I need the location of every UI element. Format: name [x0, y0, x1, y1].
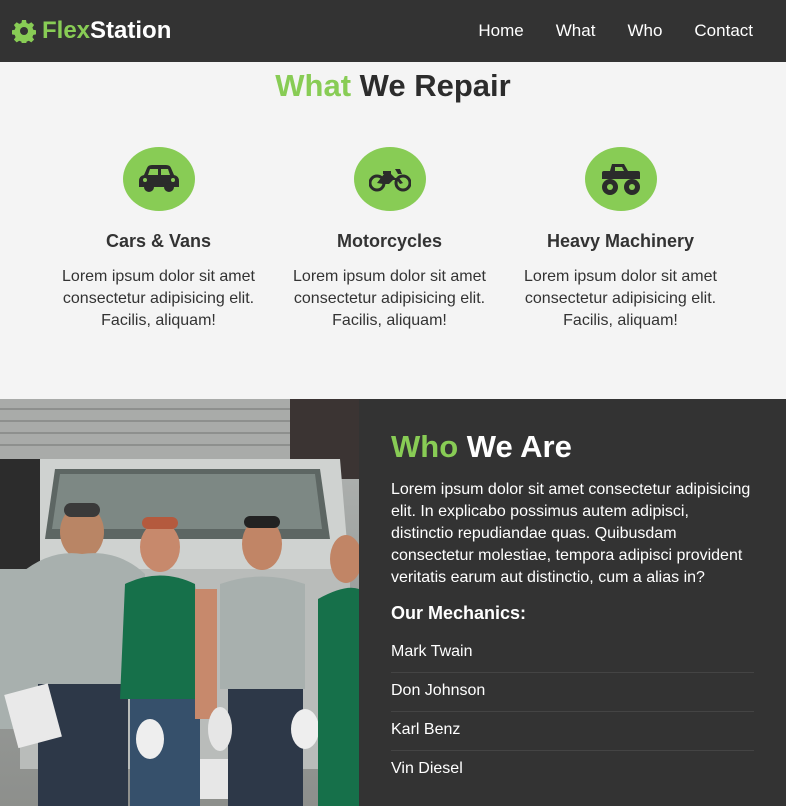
- service-title: Heavy Machinery: [546, 231, 695, 251]
- mechanic-item: Mark Twain: [391, 634, 754, 673]
- mechanic-item: Karl Benz: [391, 712, 754, 751]
- mechanic-item: Vin Diesel: [391, 760, 463, 777]
- brand-name-accent: Flex: [42, 17, 91, 44]
- service-card-heavy-machinery: Heavy Machinery Lorem ipsum dolor sit am…: [505, 147, 736, 332]
- service-desc: Lorem ipsum dolor sit amet consectetur a…: [524, 268, 717, 329]
- repair-title-rest: We Repair: [351, 68, 511, 103]
- mechanic-item: Don Johnson: [391, 673, 754, 712]
- navbar: FlexStation Home What Who Contact: [0, 0, 786, 62]
- service-card-cars: Cars & Vans Lorem ipsum dolor sit amet c…: [43, 147, 274, 332]
- nav-link-what[interactable]: What: [556, 21, 596, 41]
- brand-name-rest: Station: [90, 17, 172, 44]
- who-description: Lorem ipsum dolor sit amet consectetur a…: [391, 481, 751, 586]
- monster-truck-icon: [584, 147, 657, 211]
- who-title-accent: Who: [391, 429, 459, 464]
- service-title: Cars & Vans: [105, 231, 212, 251]
- services-list: Cars & Vans Lorem ipsum dolor sit amet c…: [43, 147, 743, 332]
- car-icon: [122, 147, 195, 211]
- service-desc: Lorem ipsum dolor sit amet consectetur a…: [62, 268, 255, 329]
- nav-link-who[interactable]: Who: [627, 21, 662, 41]
- service-card-motorcycles: Motorcycles Lorem ipsum dolor sit amet c…: [274, 147, 505, 332]
- who-title: Who We Are: [391, 429, 754, 465]
- service-desc: Lorem ipsum dolor sit amet consectetur a…: [293, 268, 486, 329]
- repair-title: What We Repair: [0, 62, 786, 104]
- brand-logo[interactable]: FlexStation: [12, 17, 171, 45]
- nav-link-home[interactable]: Home: [478, 21, 523, 41]
- main-nav: Home What Who Contact: [478, 21, 774, 41]
- mechanics-team-photo: [0, 399, 359, 806]
- service-title: Motorcycles: [336, 231, 443, 251]
- brand-name: FlexStation: [42, 17, 171, 45]
- who-title-rest: We Are: [458, 429, 572, 464]
- who-content: Who We Are Lorem ipsum dolor sit amet co…: [391, 429, 754, 790]
- motorcycle-icon: [353, 147, 426, 211]
- mechanics-list: Mark Twain Don Johnson Karl Benz Vin Die…: [391, 634, 754, 790]
- gear-icon: [12, 19, 36, 43]
- who-section: Who We Are Lorem ipsum dolor sit amet co…: [0, 399, 786, 806]
- repair-section: What We Repair Cars & Vans Lorem ipsum d…: [0, 62, 786, 399]
- mechanics-heading: Our Mechanics:: [391, 603, 527, 623]
- repair-title-accent: What: [275, 68, 352, 103]
- nav-link-contact[interactable]: Contact: [694, 21, 753, 41]
